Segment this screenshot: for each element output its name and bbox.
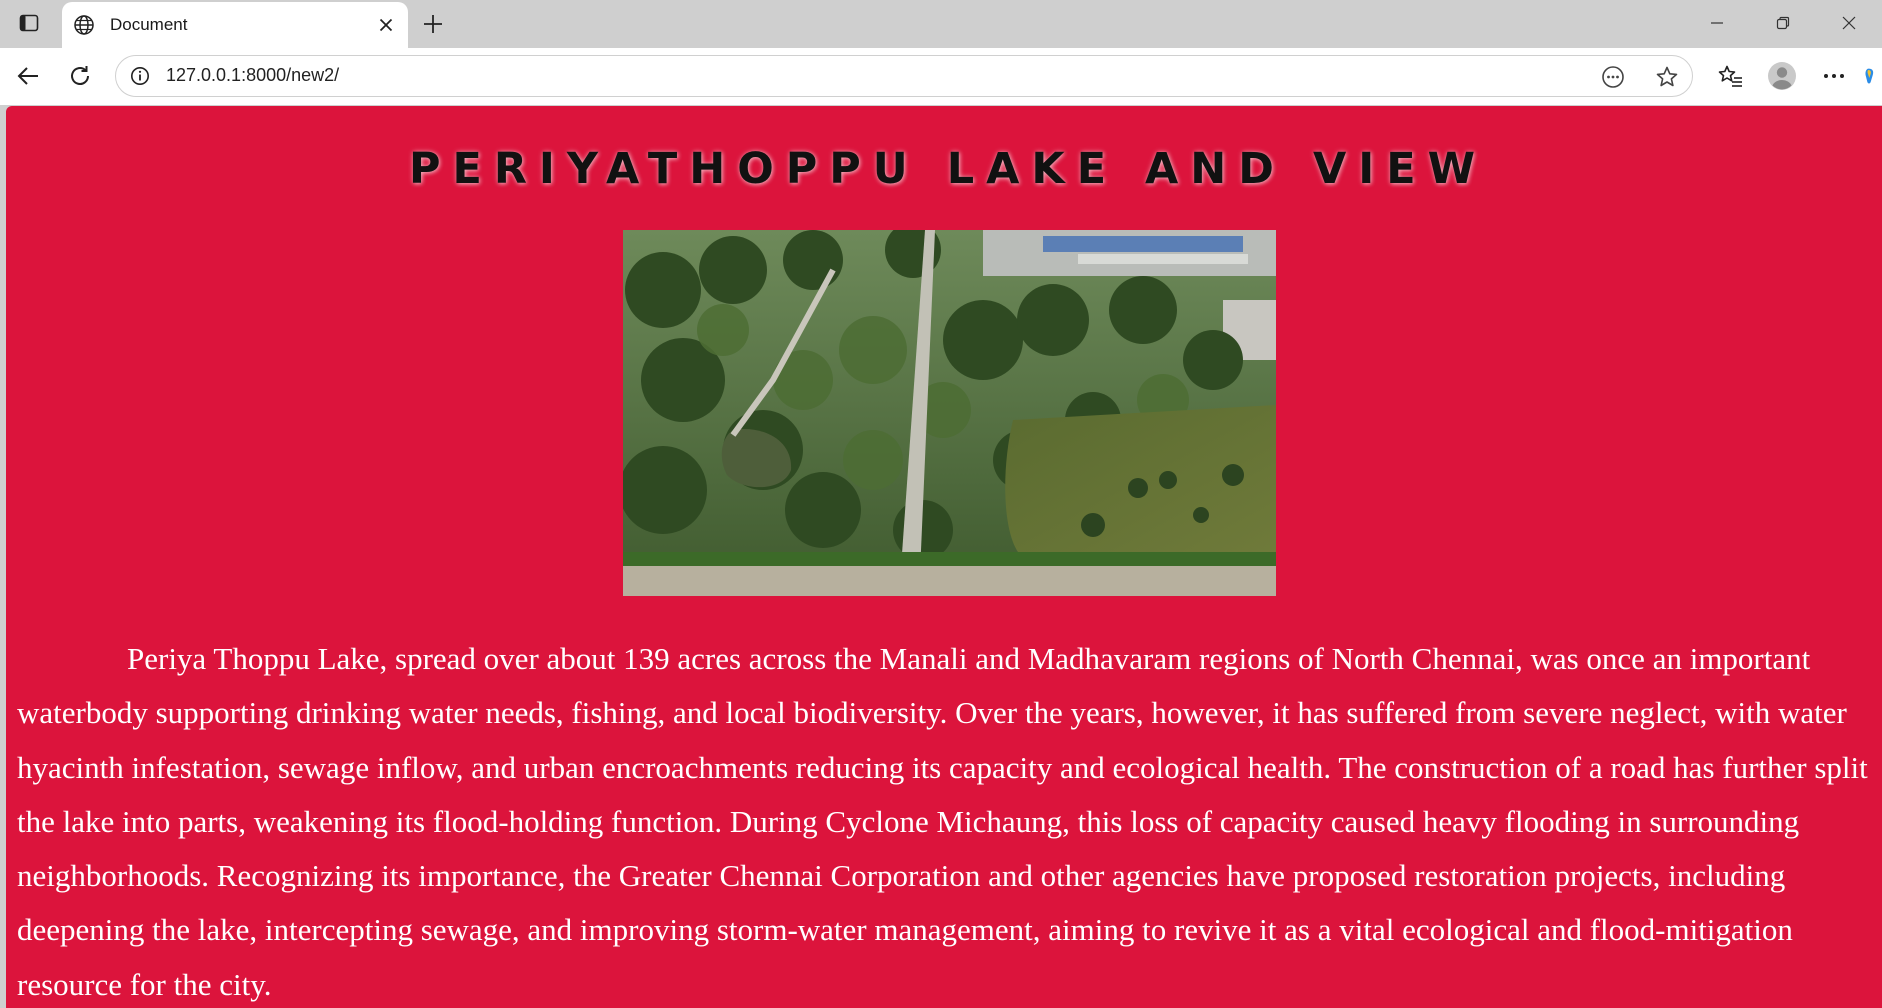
page-body: PERIYATHOPPU LAKE AND VIEW Periya Thoppu… [6,106,1882,1008]
reading-mode-icon[interactable] [1600,64,1626,90]
lake-aerial-photo [623,230,1276,596]
url-text[interactable]: 127.0.0.1:8000/new2/ [166,65,339,86]
copilot-icon[interactable] [1862,59,1882,93]
address-bar[interactable]: 127.0.0.1:8000/new2/ [115,55,1693,97]
browser-window: Document 127.0.0.1:8000/new2/ PERIYATHOP… [0,0,1882,1008]
more-options-icon[interactable] [1817,59,1851,93]
favorite-star-icon[interactable] [1654,64,1680,90]
tab-document[interactable]: Document [62,2,408,48]
browser-toolbar: 127.0.0.1:8000/new2/ [0,48,1882,105]
tab-strip: Document [0,0,1882,48]
favorites-list-icon[interactable] [1714,59,1748,93]
profile-avatar-icon[interactable] [1765,59,1799,93]
close-tab-icon[interactable] [374,13,398,37]
restore-icon[interactable] [1750,0,1816,46]
site-info-icon[interactable] [128,64,152,88]
new-tab-icon[interactable] [418,10,448,38]
reload-icon[interactable] [63,59,97,93]
back-arrow-icon[interactable] [11,59,45,93]
minimize-icon[interactable] [1684,0,1750,46]
close-window-icon[interactable] [1816,0,1882,46]
lake-aerial-illustration [623,230,1276,596]
globe-icon [72,13,96,37]
lake-description: Periya Thoppu Lake, spread over about 13… [17,641,1868,1002]
tab-actions-icon[interactable] [12,10,46,36]
tab-title: Document [110,15,188,34]
page-title: PERIYATHOPPU LAKE AND VIEW [408,144,1488,194]
window-controls [1684,0,1882,46]
